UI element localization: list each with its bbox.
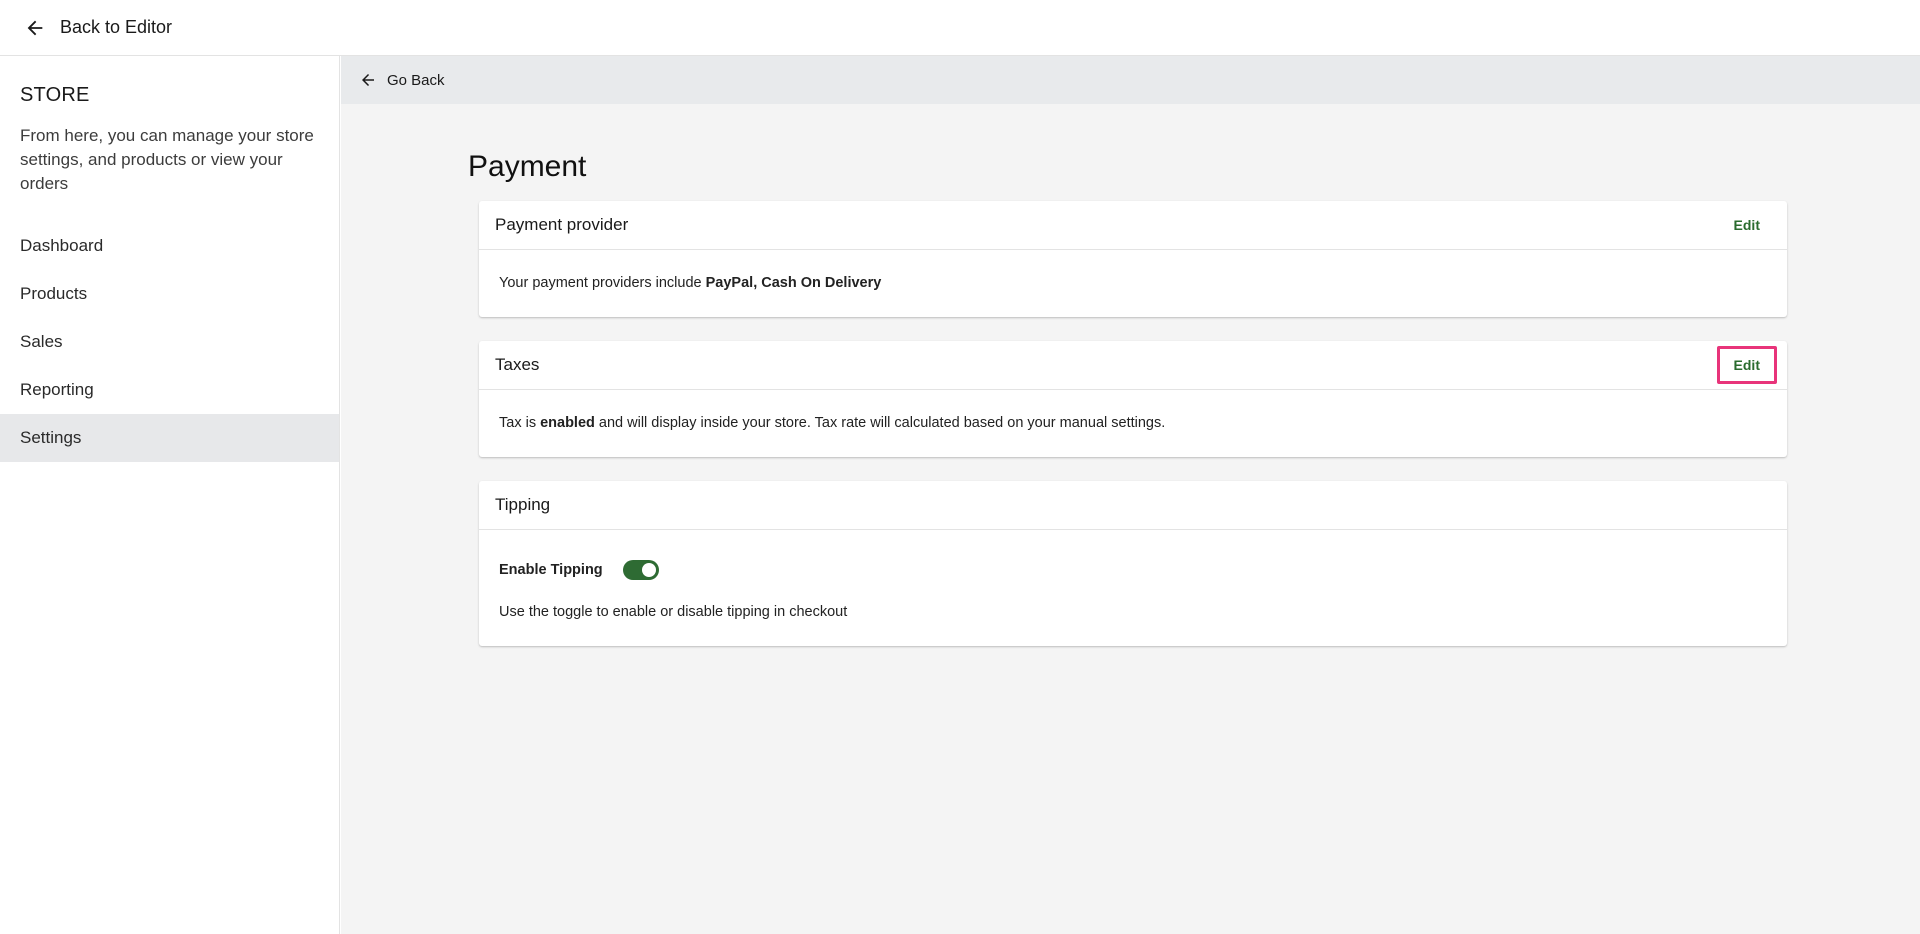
taxes-edit-button[interactable]: Edit bbox=[1716, 346, 1777, 384]
card-body: Your payment providers include PayPal, C… bbox=[479, 250, 1787, 316]
card-title: Taxes bbox=[495, 355, 540, 374]
tipping-card: Tipping Enable Tipping Use the toggle to… bbox=[479, 481, 1787, 646]
tipping-help-text: Use the toggle to enable or disable tipp… bbox=[499, 604, 848, 620]
sub-header: Go Back bbox=[341, 56, 1920, 104]
sidebar-item-label: Reporting bbox=[20, 380, 94, 399]
sidebar-item-dashboard[interactable]: Dashboard bbox=[0, 222, 339, 270]
sidebar-nav: Dashboard Products Sales Reporting Setti… bbox=[0, 222, 339, 462]
payment-provider-text: Your payment providers include PayPal, C… bbox=[499, 275, 881, 291]
sidebar: STORE From here, you can manage your sto… bbox=[0, 56, 340, 934]
go-back-label: Go Back bbox=[387, 71, 445, 89]
go-back-button[interactable]: Go Back bbox=[359, 71, 445, 89]
sidebar-item-label: Dashboard bbox=[20, 236, 104, 255]
card-title: Tipping bbox=[495, 495, 551, 514]
payment-provider-text-prefix: Your payment providers include bbox=[499, 275, 706, 291]
back-to-editor-button[interactable]: Back to Editor bbox=[24, 17, 172, 39]
toggle-knob bbox=[641, 563, 656, 577]
arrow-left-icon bbox=[359, 71, 377, 89]
taxes-text-prefix: Tax is bbox=[499, 415, 541, 431]
page-title: Payment bbox=[468, 150, 587, 183]
enable-tipping-label: Enable Tipping bbox=[499, 562, 603, 578]
sidebar-description: From here, you can manage your store set… bbox=[20, 126, 314, 193]
taxes-text-suffix: and will display inside your store. Tax … bbox=[594, 415, 1166, 431]
arrow-left-icon bbox=[24, 17, 46, 39]
card-body: Enable Tipping Use the toggle to enable … bbox=[479, 560, 1787, 620]
sidebar-title: STORE bbox=[20, 84, 90, 106]
top-bar: Back to Editor bbox=[0, 0, 1920, 56]
sidebar-item-products[interactable]: Products bbox=[0, 270, 339, 318]
taxes-card: Taxes Edit Tax is enabled and will displ… bbox=[479, 341, 1787, 457]
card-header: Tipping bbox=[479, 481, 1787, 530]
payment-provider-list: PayPal, Cash On Delivery bbox=[705, 275, 882, 291]
card-body: Tax is enabled and will display inside y… bbox=[479, 390, 1787, 456]
card-title: Payment provider bbox=[495, 215, 629, 234]
main-content: Go Back Payment Payment provider Edit Yo… bbox=[341, 56, 1920, 934]
sidebar-item-label: Sales bbox=[20, 332, 63, 351]
sidebar-item-reporting[interactable]: Reporting bbox=[0, 366, 339, 414]
payment-provider-edit-button[interactable]: Edit bbox=[1717, 206, 1777, 244]
sidebar-item-settings[interactable]: Settings bbox=[0, 414, 339, 462]
card-header: Payment provider Edit bbox=[479, 201, 1787, 250]
taxes-status: enabled bbox=[540, 415, 595, 431]
payment-provider-card: Payment provider Edit Your payment provi… bbox=[479, 201, 1787, 317]
sidebar-item-label: Settings bbox=[20, 428, 82, 447]
sidebar-item-sales[interactable]: Sales bbox=[0, 318, 339, 366]
card-header: Taxes Edit bbox=[479, 341, 1787, 390]
taxes-text: Tax is enabled and will display inside y… bbox=[499, 415, 1165, 431]
enable-tipping-toggle[interactable] bbox=[622, 560, 659, 580]
back-to-editor-label: Back to Editor bbox=[60, 17, 173, 37]
sidebar-item-label: Products bbox=[20, 284, 88, 303]
